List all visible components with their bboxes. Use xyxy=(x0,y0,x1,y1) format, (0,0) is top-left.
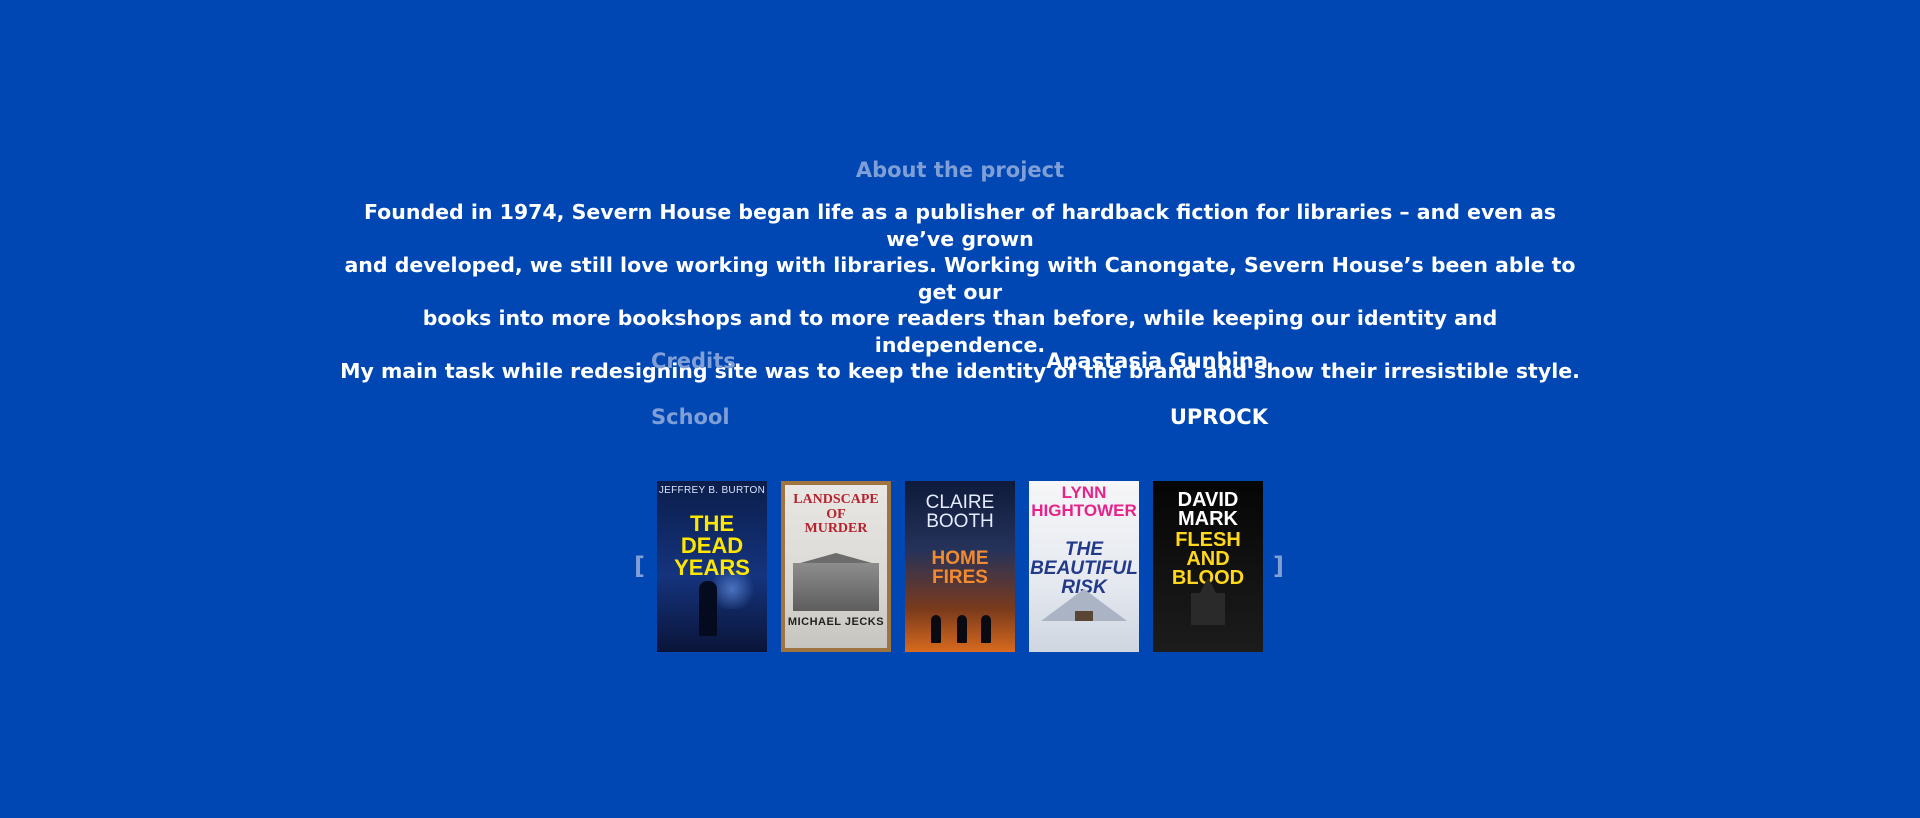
book-cover-landscape-of-murder[interactable]: LANDSCAPE OF MURDER MICHAEL JECKS xyxy=(781,481,891,652)
book-cover-home-fires[interactable]: CLAIRE BOOTH HOME FIRES xyxy=(905,481,1015,652)
project-page: About the project Founded in 1974, Sever… xyxy=(0,0,1920,818)
cover-house-illustration xyxy=(793,563,879,611)
credits-value: Anastasia Gunbina xyxy=(1046,349,1268,373)
author-line: LYNN xyxy=(1061,483,1107,502)
cover-inner: LANDSCAPE OF MURDER MICHAEL JECKS xyxy=(785,485,887,648)
school-label: School xyxy=(651,405,730,429)
title-line: BEAUTIFUL xyxy=(1030,558,1138,579)
book-author: DAVID MARK xyxy=(1153,490,1263,530)
title-line: LANDSCAPE xyxy=(793,492,879,507)
author-line: HIGHTOWER xyxy=(1031,500,1137,520)
book-title: HOME FIRES xyxy=(905,549,1015,587)
cover-figure-silhouette xyxy=(931,615,941,643)
author-line: MARK xyxy=(1178,508,1238,530)
cover-cabin-illustration xyxy=(1075,611,1093,621)
title-line: FIRES xyxy=(932,567,988,588)
title-line: HOME xyxy=(931,548,989,569)
book-cover-the-dead-years[interactable]: JEFFREY B. BURTON THE DEAD YEARS xyxy=(657,481,767,652)
cover-church-illustration xyxy=(1191,593,1225,625)
book-author: MICHAEL JECKS xyxy=(787,616,885,628)
cover-figure-silhouette xyxy=(957,615,967,643)
book-author: CLAIRE BOOTH xyxy=(905,493,1015,531)
school-row: School UPROCK xyxy=(651,405,1268,429)
title-line: YEARS xyxy=(674,555,750,580)
description-line-2: and developed, we still love working wit… xyxy=(344,253,1576,304)
book-carousel: JEFFREY B. BURTON THE DEAD YEARS LANDSCA… xyxy=(657,481,1263,652)
author-line: BOOTH xyxy=(926,511,994,532)
book-title: THE DEAD YEARS xyxy=(657,513,767,579)
credits-row: Credits Anastasia Gunbina xyxy=(651,349,1268,373)
title-line: MURDER xyxy=(804,521,868,537)
book-author: LYNN HIGHTOWER xyxy=(1029,484,1139,520)
carousel-next-button[interactable]: ] xyxy=(1273,552,1284,580)
cover-figure-silhouette xyxy=(981,615,991,643)
about-project-heading: About the project xyxy=(855,158,1065,182)
author-line: CLAIRE xyxy=(925,492,995,513)
credits-label: Credits xyxy=(651,349,736,373)
book-cover-the-beautiful-risk[interactable]: LYNN HIGHTOWER THE BEAUTIFUL RISK xyxy=(1029,481,1139,652)
school-value: UPROCK xyxy=(1169,405,1268,429)
book-author: JEFFREY B. BURTON xyxy=(658,485,766,496)
title-line: THE xyxy=(1065,539,1103,560)
book-title: LANDSCAPE OF MURDER xyxy=(785,492,887,537)
cover-church-spire xyxy=(1200,577,1216,593)
description-line-1: Founded in 1974, Severn House began life… xyxy=(364,200,1556,251)
title-line: THE DEAD xyxy=(680,511,744,558)
title-line: OF xyxy=(826,506,846,522)
carousel-prev-button[interactable]: [ xyxy=(634,552,645,580)
cover-figure-silhouette xyxy=(699,581,717,636)
book-cover-flesh-and-blood[interactable]: DAVID MARK FLESH AND BLOOD xyxy=(1153,481,1263,652)
